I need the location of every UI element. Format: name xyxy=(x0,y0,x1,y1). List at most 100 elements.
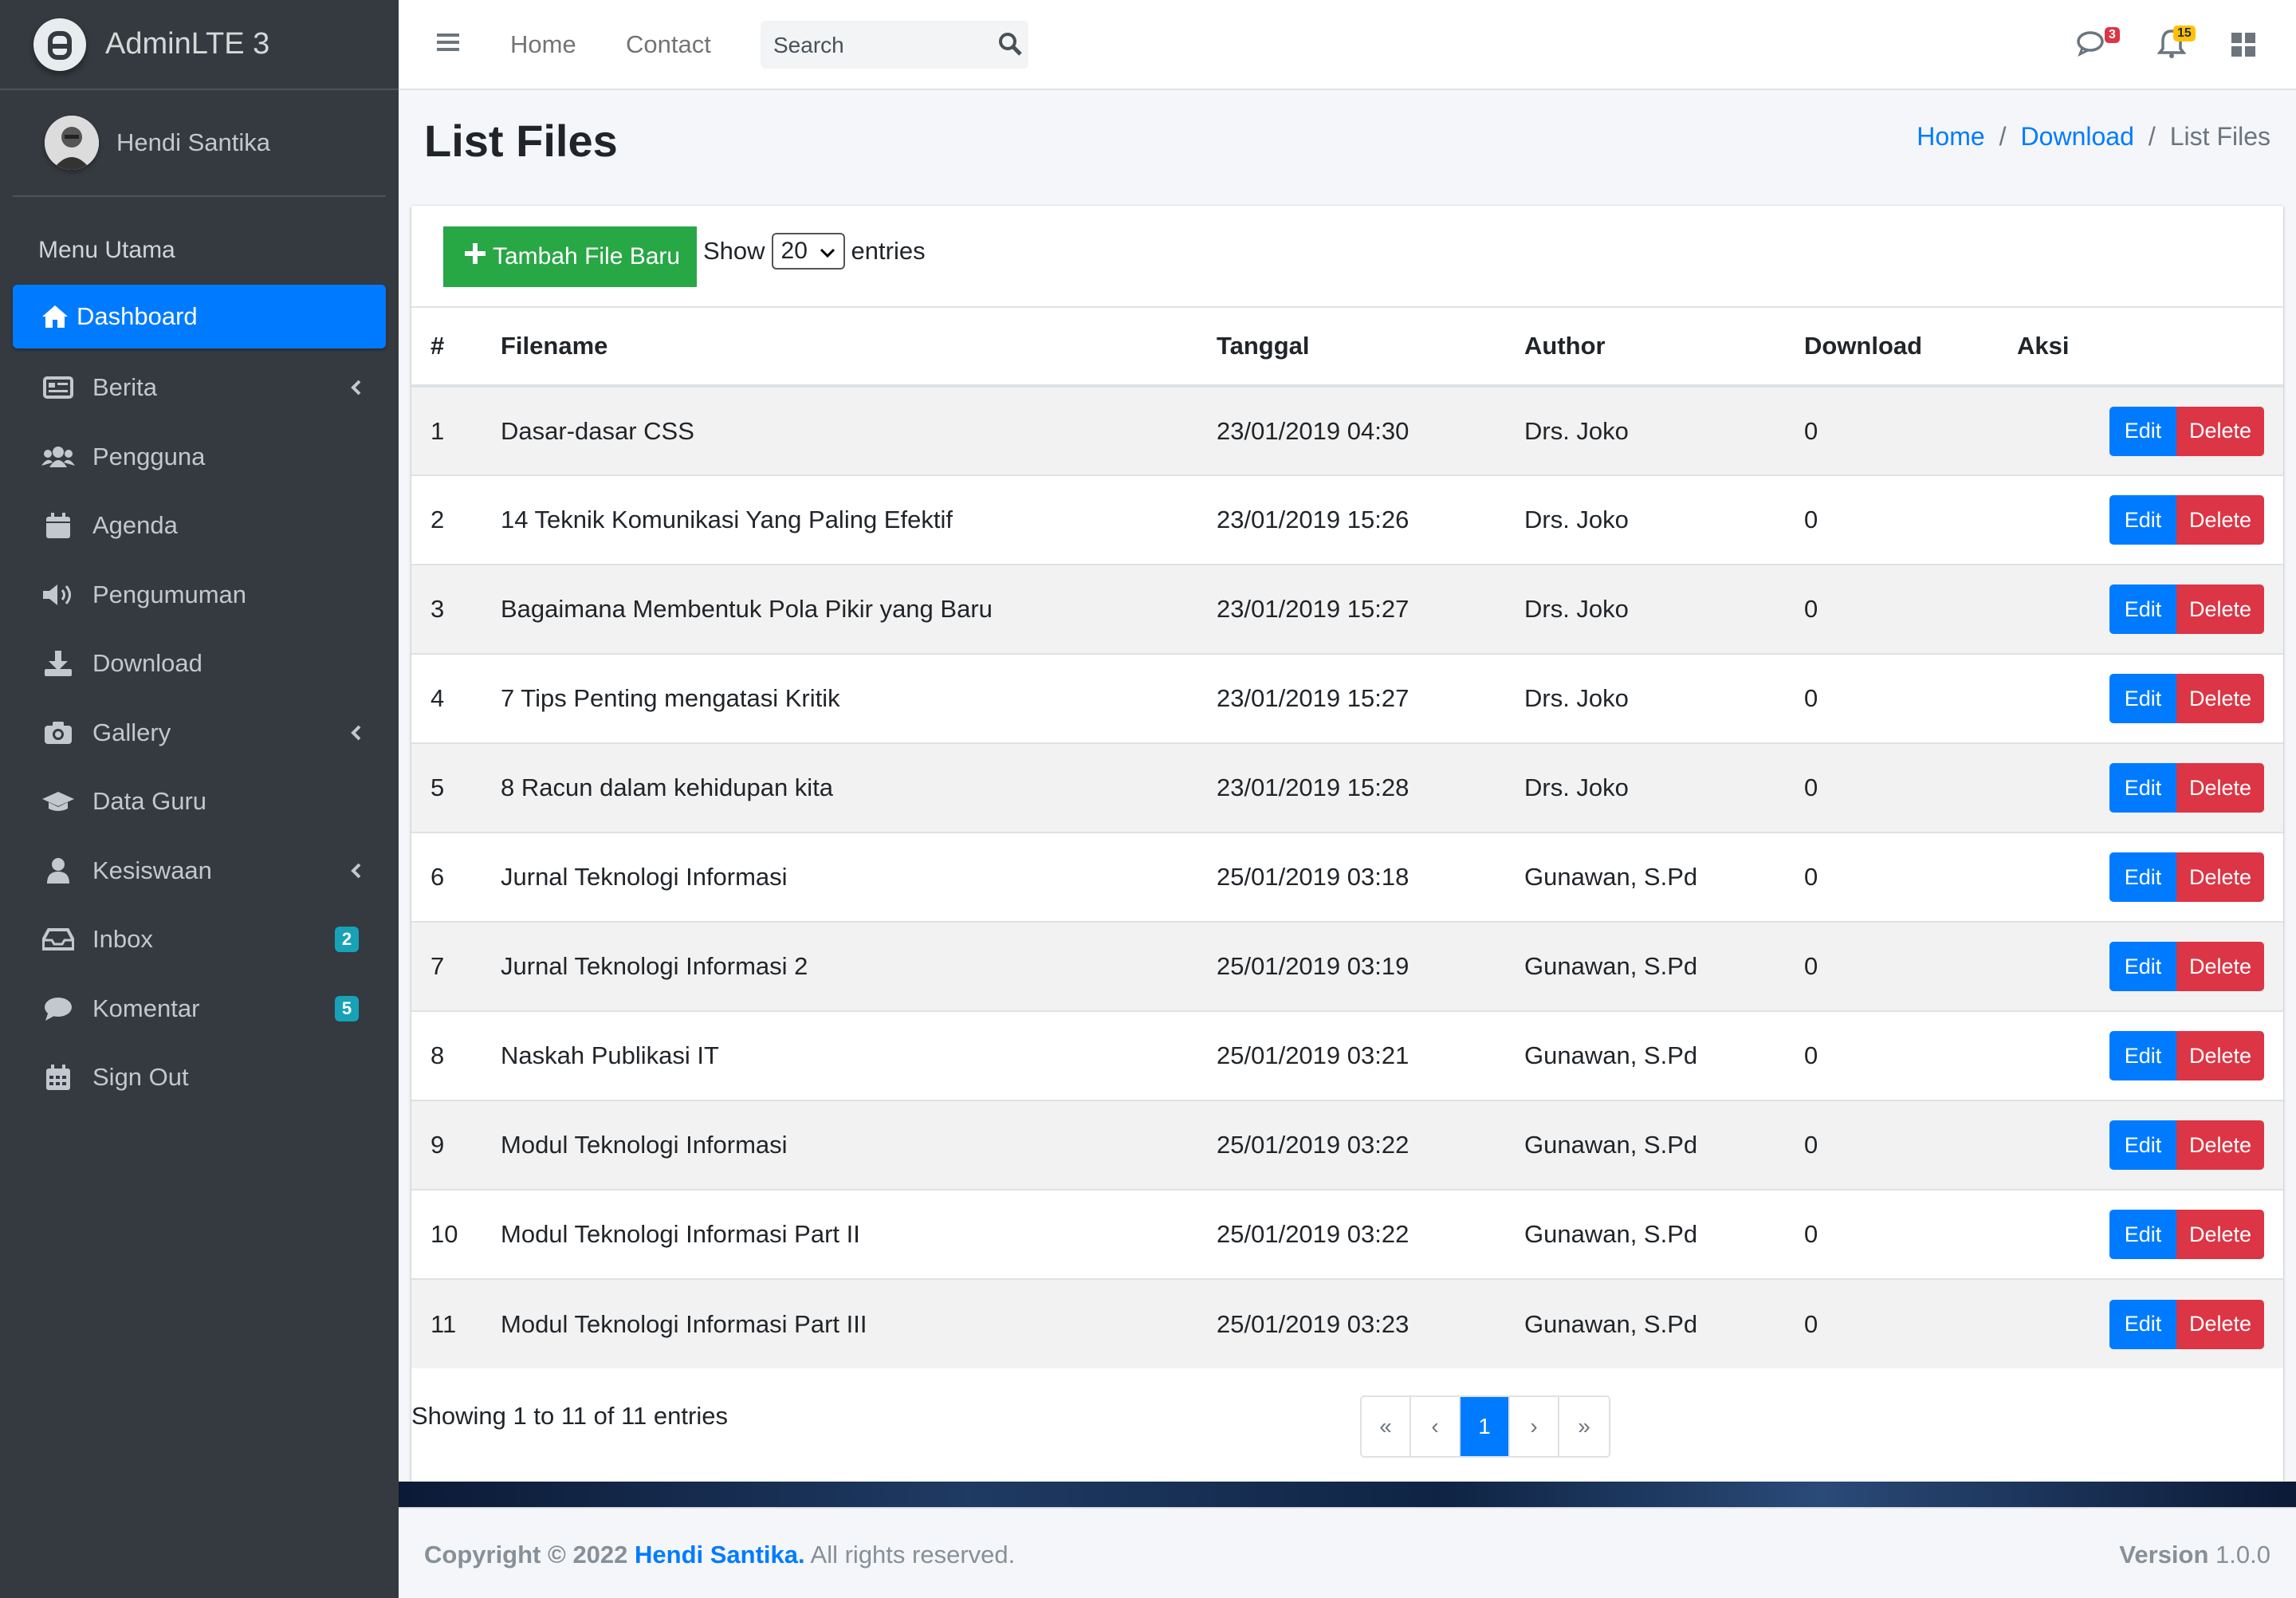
delete-button[interactable]: Delete xyxy=(2176,584,2264,634)
row-actions: Edit Delete xyxy=(2017,1189,2283,1279)
row-download-count: 0 xyxy=(1804,1010,2017,1100)
search-placeholder: Search xyxy=(773,33,844,57)
edit-button[interactable]: Edit xyxy=(2109,1120,2176,1170)
sidebar-item-label: Sign Out xyxy=(92,1063,189,1092)
delete-button[interactable]: Delete xyxy=(2176,1031,2264,1080)
sidebar-item-gallery[interactable]: Gallery xyxy=(13,699,386,768)
entries-select-value: 20 xyxy=(780,238,808,264)
breadcrumb-separator: / xyxy=(2148,122,2156,151)
pagination-page-current[interactable]: 1 xyxy=(1461,1397,1510,1456)
edit-button[interactable]: Edit xyxy=(2109,495,2176,545)
delete-button[interactable]: Delete xyxy=(2176,1120,2264,1170)
row-tanggal: 23/01/2019 15:27 xyxy=(1217,564,1524,654)
row-filename: 8 Racun dalam kehidupan kita xyxy=(501,742,1217,832)
decorative-banner-strip xyxy=(399,1482,2296,1507)
delete-button[interactable]: Delete xyxy=(2176,495,2264,545)
row-filename: Naskah Publikasi IT xyxy=(501,1010,1217,1100)
edit-button[interactable]: Edit xyxy=(2109,1031,2176,1080)
column-header-tanggal[interactable]: Tanggal xyxy=(1217,308,1524,388)
add-file-button[interactable]: Tambah File Baru xyxy=(443,226,697,287)
pagination-last[interactable]: » xyxy=(1559,1397,1609,1456)
row-filename: Dasar-dasar CSS xyxy=(501,385,1217,475)
edit-button[interactable]: Edit xyxy=(2109,674,2176,723)
delete-button[interactable]: Delete xyxy=(2176,1210,2264,1259)
page-title: List Files xyxy=(424,116,618,166)
version-number: 1.0.0 xyxy=(2215,1541,2270,1568)
delete-button[interactable]: Delete xyxy=(2176,942,2264,991)
row-actions: Edit Delete xyxy=(2017,1278,2283,1368)
search-input[interactable]: Search xyxy=(761,21,1028,69)
breadcrumb-download[interactable]: Download xyxy=(2021,122,2134,152)
sidebar-item-dashboard[interactable]: Dashboard xyxy=(13,285,386,348)
column-header-download[interactable]: Download xyxy=(1804,308,2017,388)
row-number: 9 xyxy=(411,1100,501,1190)
delete-button[interactable]: Delete xyxy=(2176,763,2264,813)
sidebar-item-berita[interactable]: Berita xyxy=(13,353,386,423)
sidebar-item-pengguna[interactable]: Pengguna xyxy=(13,423,386,492)
sidebar-item-kesiswaan[interactable]: Kesiswaan xyxy=(13,836,386,906)
messages-icon[interactable] xyxy=(2076,29,2108,61)
delete-button[interactable]: Delete xyxy=(2176,1299,2264,1349)
column-header-filename[interactable]: Filename xyxy=(501,308,1217,388)
edit-button[interactable]: Edit xyxy=(2109,1210,2176,1259)
row-tanggal: 25/01/2019 03:21 xyxy=(1217,1010,1524,1100)
row-filename: Modul Teknologi Informasi Part III xyxy=(501,1278,1217,1368)
files-table: # Filename Tanggal Author Download Aksi … xyxy=(411,308,2283,1368)
column-header-aksi: Aksi xyxy=(2017,308,2283,388)
edit-button[interactable]: Edit xyxy=(2109,584,2176,634)
column-header-number[interactable]: # xyxy=(411,308,501,388)
user-panel[interactable]: Hendi Santika xyxy=(13,90,386,197)
sidebar-item-label: Agenda xyxy=(92,511,178,540)
table-row: 7 Jurnal Teknologi Informasi 2 25/01/2019 … xyxy=(411,921,2283,1011)
row-author: Gunawan, S.Pd xyxy=(1524,1010,1804,1100)
sidebar-item-inbox[interactable]: Inbox 2 xyxy=(13,905,386,974)
column-header-author[interactable]: Author xyxy=(1524,308,1804,388)
row-number: 8 xyxy=(411,1010,501,1100)
delete-button[interactable]: Delete xyxy=(2176,406,2264,456)
table-info: Showing 1 to 11 of 11 entries xyxy=(411,1402,728,1430)
table-row: 10 Modul Teknologi Informasi Part II 25/01… xyxy=(411,1189,2283,1279)
row-tanggal: 25/01/2019 03:22 xyxy=(1217,1100,1524,1190)
delete-button[interactable]: Delete xyxy=(2176,674,2264,723)
grid-apps-icon[interactable] xyxy=(2231,32,2256,61)
row-author: Drs. Joko xyxy=(1524,564,1804,654)
row-actions: Edit Delete xyxy=(2017,921,2283,1011)
sidebar-item-komentar[interactable]: Komentar 5 xyxy=(13,974,386,1044)
edit-button[interactable]: Edit xyxy=(2109,406,2176,456)
sidebar-item-sign-out[interactable]: Sign Out xyxy=(13,1043,386,1112)
pagination-first[interactable]: « xyxy=(1362,1397,1411,1456)
sidebar: AdminLTE 3 Hendi Santika Menu Utama Dash… xyxy=(0,0,399,1598)
edit-button[interactable]: Edit xyxy=(2109,763,2176,813)
row-actions: Edit Delete xyxy=(2017,1010,2283,1100)
table-row: 58 Racun dalam kehidupan kita 23/01/2019 … xyxy=(411,742,2283,832)
delete-button[interactable]: Delete xyxy=(2176,852,2264,902)
hamburger-menu-icon[interactable] xyxy=(435,30,461,58)
row-tanggal: 23/01/2019 15:26 xyxy=(1217,474,1524,565)
edit-button[interactable]: Edit xyxy=(2109,942,2176,991)
edit-button[interactable]: Edit xyxy=(2109,852,2176,902)
row-author: Drs. Joko xyxy=(1524,742,1804,832)
table-row: 8 Naskah Publikasi IT 25/01/2019 03:21 Guna… xyxy=(411,1010,2283,1100)
row-download-count: 0 xyxy=(1804,921,2017,1011)
edit-button[interactable]: Edit xyxy=(2109,1299,2176,1349)
row-filename: 14 Teknik Komunikasi Yang Paling Efektif xyxy=(501,474,1217,565)
brand-link[interactable]: AdminLTE 3 xyxy=(0,0,399,90)
home-icon xyxy=(38,301,72,333)
top-navbar: Home Contact Search 3 15 xyxy=(399,0,2296,90)
sidebar-item-pengumuman[interactable]: Pengumuman xyxy=(13,561,386,630)
nav-link-home[interactable]: Home xyxy=(510,30,576,59)
search-icon[interactable] xyxy=(997,30,1024,61)
row-actions: Edit Delete xyxy=(2017,385,2283,475)
user-name[interactable]: Hendi Santika xyxy=(116,128,270,157)
sidebar-item-download[interactable]: Download xyxy=(13,629,386,699)
nav-link-contact[interactable]: Contact xyxy=(626,30,711,59)
entries-select[interactable]: 20 xyxy=(771,233,845,270)
sidebar-item-data-guru[interactable]: Data Guru xyxy=(13,767,386,836)
sidebar-item-agenda[interactable]: Agenda xyxy=(13,491,386,561)
row-author: Drs. Joko xyxy=(1524,474,1804,565)
copyright-author-link[interactable]: Hendi Santika. xyxy=(635,1541,805,1568)
copyright: Copyright © 2022 Hendi Santika. All righ… xyxy=(424,1541,1015,1569)
pagination-next[interactable]: › xyxy=(1510,1397,1559,1456)
pagination-prev[interactable]: ‹ xyxy=(1411,1397,1461,1456)
breadcrumb-home[interactable]: Home xyxy=(1917,122,1984,152)
